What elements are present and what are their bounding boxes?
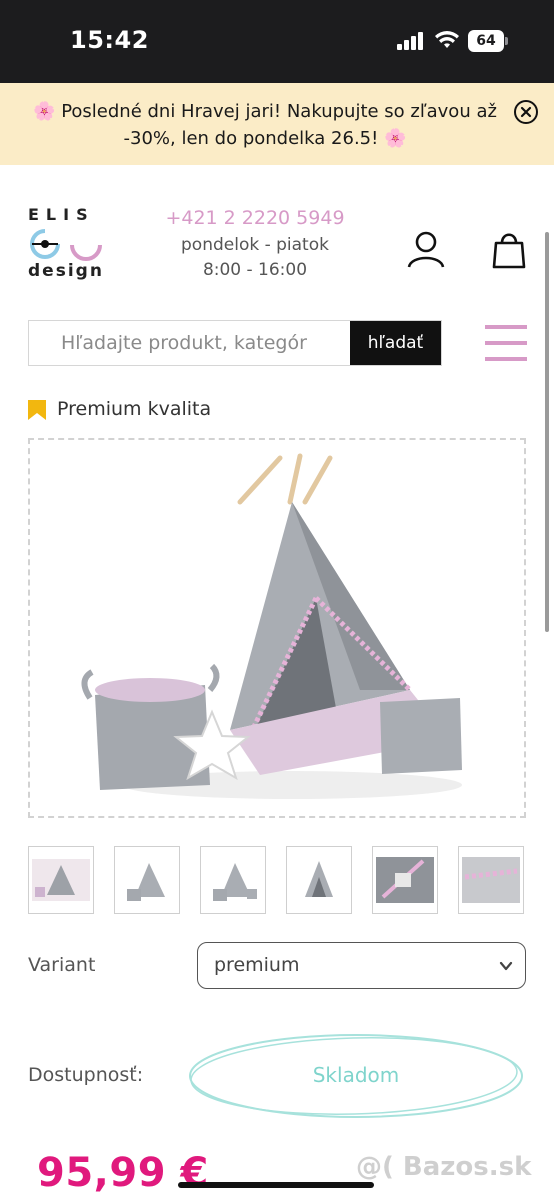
site-header: ELIS design +421 2 2220 5949 pondelok - … (0, 165, 554, 385)
shopping-bag-icon[interactable] (492, 229, 526, 269)
site-logo[interactable]: ELIS design (28, 205, 108, 285)
variant-label: Variant (28, 954, 96, 976)
status-bar: 15:42 64 (0, 0, 554, 83)
product-price: 95,99 € (37, 1150, 209, 1196)
logo-wordmark-bottom: design (28, 261, 104, 281)
phone-number[interactable]: +421 2 2220 5949 (150, 207, 360, 229)
thumbnail-strip (28, 846, 526, 916)
availability-label: Dostupnosť: (28, 1064, 144, 1086)
thumbnail[interactable] (286, 846, 352, 914)
thumbnail[interactable] (458, 846, 524, 914)
opening-days: pondelok - piatok (181, 235, 329, 255)
menu-icon[interactable] (485, 325, 527, 361)
availability-badge: Skladom (185, 1030, 527, 1122)
user-icon[interactable] (406, 231, 446, 269)
home-indicator (178, 1182, 374, 1188)
logo-wordmark-top: ELIS (28, 205, 95, 224)
opening-hours: pondelok - piatok 8:00 - 16:00 (150, 233, 360, 283)
chevron-down-icon (499, 961, 513, 971)
search-bar: hľadať (28, 320, 442, 366)
variant-value: premium (214, 954, 300, 976)
wifi-icon (435, 31, 459, 48)
close-circle-icon[interactable] (513, 99, 539, 125)
thumbnail[interactable] (200, 846, 266, 914)
bookmark-icon (28, 400, 46, 420)
watermark: @( Bazos.sk (356, 1152, 532, 1182)
scrollbar[interactable] (545, 232, 549, 632)
contact-info: +421 2 2220 5949 pondelok - piatok 8:00 … (150, 207, 360, 283)
cellular-signal-icon (397, 32, 425, 50)
battery-level: 64 (468, 30, 504, 52)
search-button[interactable]: hľadať (350, 321, 441, 365)
thumbnail[interactable] (28, 846, 94, 914)
status-time: 15:42 (70, 26, 149, 54)
product-main-image[interactable] (28, 438, 526, 818)
promo-banner: 🌸 Posledné dni Hravej jari! Nakupujte so… (0, 83, 554, 165)
search-input[interactable] (29, 321, 351, 365)
premium-badge-label: Premium kvalita (57, 398, 212, 420)
logo-eyes-icon (30, 229, 102, 261)
variant-select[interactable]: premium (197, 942, 526, 989)
thumbnail[interactable] (372, 846, 438, 914)
opening-time: 8:00 - 16:00 (202, 260, 308, 280)
thumbnail[interactable] (114, 846, 180, 914)
battery-icon: 64 (468, 30, 508, 52)
promo-text: 🌸 Posledné dni Hravej jari! Nakupujte so… (33, 101, 497, 149)
availability-value: Skladom (312, 1063, 400, 1087)
teepee-tent-illustration (81, 453, 462, 799)
